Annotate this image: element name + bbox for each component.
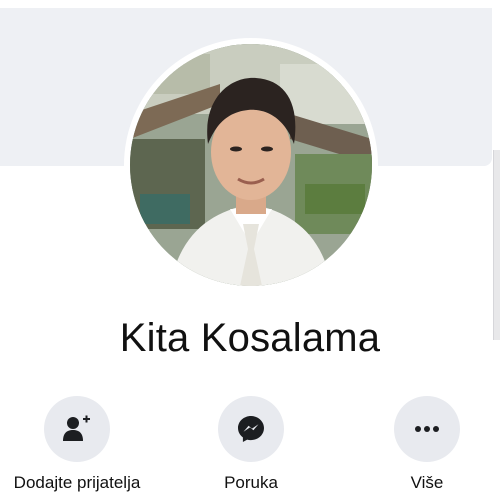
message-button[interactable]: Poruka — [166, 396, 336, 493]
profile-name: Kita Kosalama — [119, 316, 381, 360]
add-friend-button[interactable]: Dodajte prijatelja — [0, 396, 162, 493]
add-friend-icon — [63, 415, 90, 441]
add-friend-label: Dodajte prijatelja — [13, 473, 141, 492]
messenger-icon — [238, 416, 264, 442]
profile-photo-illustration — [130, 44, 372, 286]
message-button-circle[interactable] — [218, 396, 284, 462]
add-friend-button-circle[interactable] — [44, 396, 110, 462]
more-icon — [415, 426, 439, 432]
scrollbar[interactable] — [493, 150, 500, 340]
more-button[interactable]: Više — [342, 396, 500, 493]
more-button-circle[interactable] — [394, 396, 460, 462]
profile-picture[interactable] — [130, 44, 372, 286]
message-label: Poruka — [224, 473, 278, 492]
more-label: Više — [410, 473, 444, 492]
